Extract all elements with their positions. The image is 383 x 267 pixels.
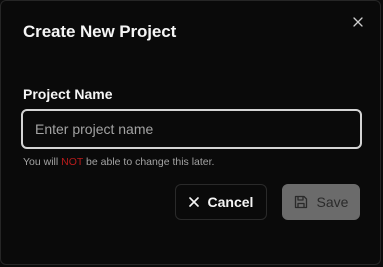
close-button[interactable] [350,14,366,30]
save-button[interactable]: Save [282,184,360,220]
hint-emphasis: NOT [61,156,84,168]
cancel-button[interactable]: Cancel [175,184,267,220]
create-project-dialog: Create New Project Project Name You will… [0,0,381,265]
save-icon [294,195,308,209]
project-name-label: Project Name [23,86,113,102]
project-name-hint: You will NOT be able to change this late… [23,156,214,168]
save-button-label: Save [316,194,349,210]
x-icon [188,197,199,207]
dialog-title: Create New Project [23,22,177,41]
close-icon [353,17,363,27]
hint-text-end: be able to change this later. [83,156,215,168]
project-name-input[interactable] [21,109,362,149]
cancel-button-label: Cancel [207,194,254,210]
hint-text-start: You will [23,156,62,168]
